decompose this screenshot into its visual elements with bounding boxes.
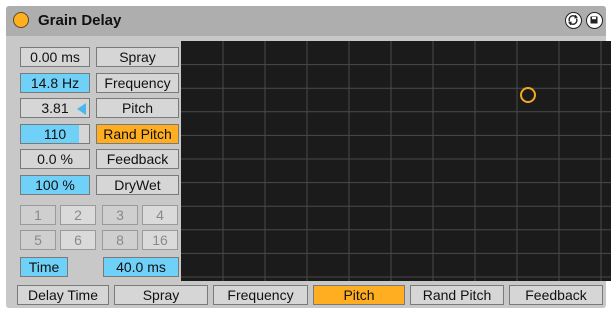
- device-title: Grain Delay: [38, 12, 122, 29]
- rand-pitch-value[interactable]: 110: [20, 123, 90, 144]
- rand-pitch-button[interactable]: Rand Pitch: [96, 123, 179, 144]
- delay-time-value[interactable]: 40.0 ms: [103, 257, 179, 277]
- sync-button-16[interactable]: 16: [142, 230, 178, 250]
- feedback-value-text: 0.0 %: [37, 151, 73, 167]
- frequency-value[interactable]: 14.8 Hz: [20, 72, 90, 93]
- sync-button-1[interactable]: 1: [20, 205, 56, 225]
- hot-swap-icon[interactable]: [565, 12, 582, 29]
- sync-button-6[interactable]: 6: [60, 230, 96, 250]
- axis-option-spray[interactable]: Spray: [114, 285, 208, 305]
- power-icon[interactable]: [13, 12, 29, 28]
- sync-button-8[interactable]: 8: [102, 230, 138, 250]
- xy-pad-grid: [181, 41, 611, 281]
- sync-button-2[interactable]: 2: [60, 205, 96, 225]
- axis-option-feedback[interactable]: Feedback: [509, 285, 603, 305]
- xy-pad-handle[interactable]: [519, 87, 536, 103]
- axis-option-rand-pitch[interactable]: Rand Pitch: [410, 285, 504, 305]
- save-preset-icon[interactable]: [586, 12, 603, 29]
- rand-pitch-value-text: 110: [43, 125, 67, 142]
- spray-value[interactable]: 0.00 ms: [20, 47, 90, 67]
- spray-value-text: 0.00 ms: [30, 49, 80, 65]
- axis-option-frequency[interactable]: Frequency: [213, 285, 308, 305]
- spray-button[interactable]: Spray: [96, 47, 179, 67]
- frequency-button[interactable]: Frequency: [96, 72, 179, 93]
- time-mode-button[interactable]: Time: [20, 257, 68, 277]
- sync-button-3[interactable]: 3: [102, 205, 138, 225]
- pitch-value[interactable]: 3.81: [20, 98, 90, 118]
- drywet-button[interactable]: DryWet: [96, 174, 179, 195]
- xy-pad[interactable]: [181, 41, 611, 281]
- pitch-indicator-icon: [77, 103, 86, 115]
- sync-button-5[interactable]: 5: [20, 230, 56, 250]
- frequency-value-text: 14.8 Hz: [30, 74, 80, 91]
- axis-option-delay-time[interactable]: Delay Time: [17, 285, 109, 305]
- pitch-button[interactable]: Pitch: [96, 98, 179, 118]
- sync-button-4[interactable]: 4: [142, 205, 178, 225]
- pitch-value-text: 3.81: [41, 100, 69, 116]
- feedback-value[interactable]: 0.0 %: [20, 149, 90, 169]
- drywet-value-text: 100 %: [35, 176, 75, 193]
- feedback-button[interactable]: Feedback: [96, 149, 179, 169]
- drywet-value[interactable]: 100 %: [20, 174, 90, 195]
- device-title-bar[interactable]: Grain Delay: [6, 6, 606, 36]
- axis-option-pitch[interactable]: Pitch: [313, 285, 405, 305]
